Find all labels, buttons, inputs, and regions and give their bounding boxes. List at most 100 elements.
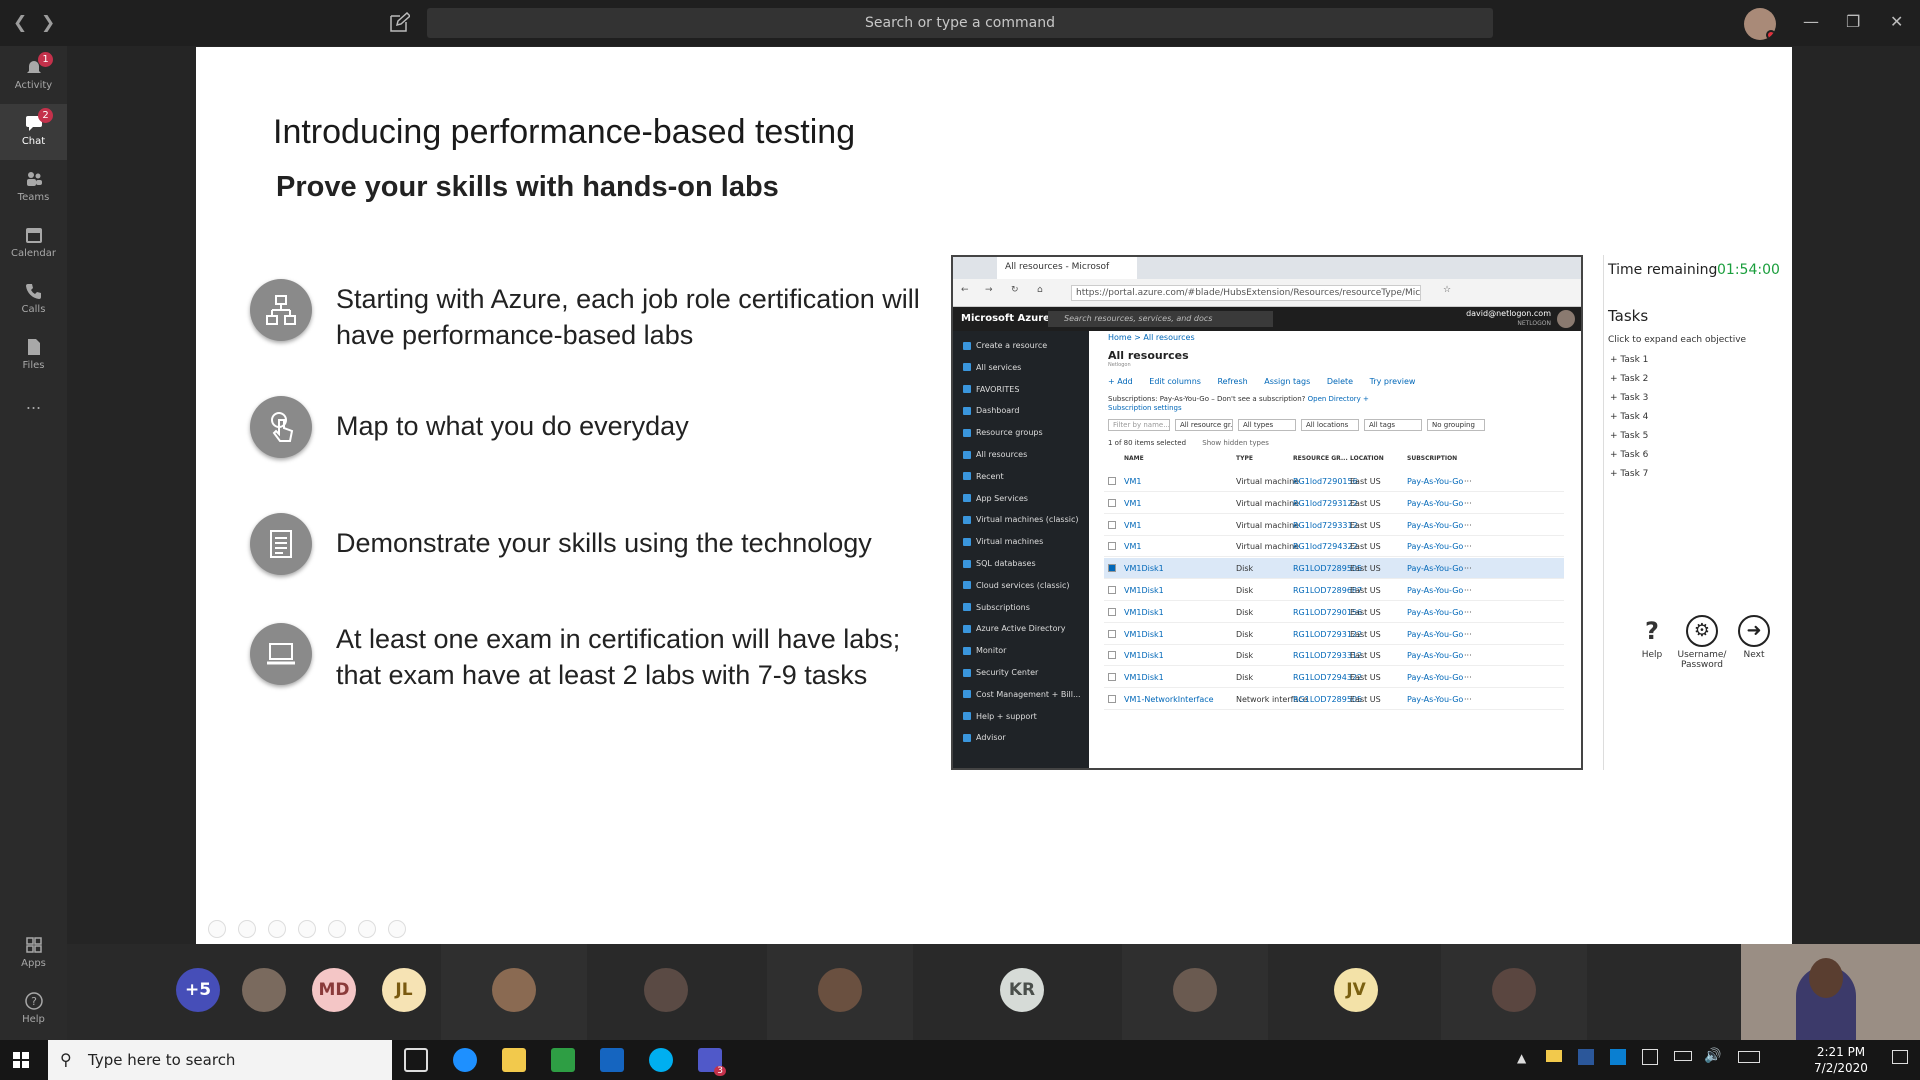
edge-icon[interactable] (453, 1048, 477, 1072)
nav-item-icon (963, 472, 971, 481)
participant-avatar: +5 (176, 968, 220, 1012)
nav-item-label: Help + support (976, 711, 1037, 721)
cell-name: VM1 (1124, 520, 1142, 530)
cell-type: Virtual machine (1236, 498, 1300, 508)
windows-start-icon[interactable] (13, 1052, 29, 1068)
slides-icon[interactable] (298, 920, 316, 938)
more-icon[interactable]: ... (0, 384, 67, 440)
portal-nav-item: Help + support (963, 710, 1037, 724)
row-checkbox (1108, 498, 1116, 507)
close-icon[interactable]: ✕ (1890, 12, 1903, 31)
subtitles-icon[interactable] (358, 920, 376, 938)
cell-loc: East US (1350, 651, 1381, 661)
participant-tile[interactable] (767, 944, 913, 1040)
selected-count-label: 1 of 80 items selected (1108, 439, 1187, 447)
nav-item-icon (963, 385, 971, 394)
participant-photo (1492, 968, 1536, 1012)
next-slide-icon[interactable] (238, 920, 256, 938)
chevron-up-icon[interactable]: ▲ (1517, 1051, 1526, 1065)
rail-calendar[interactable]: Calendar (0, 216, 67, 272)
back-icon[interactable]: ❮ (13, 13, 27, 33)
restore-icon[interactable]: ❐ (1846, 12, 1860, 31)
teams-taskbar-icon[interactable]: 3 (698, 1048, 726, 1076)
table-row: VM1Disk1 Disk RG1LOD7289687 East US Pay-As-Y… (1104, 580, 1564, 601)
notifications-icon[interactable] (1892, 1050, 1908, 1064)
rail-apps[interactable]: Apps (0, 926, 67, 982)
row-more-icon: ··· (1464, 629, 1472, 639)
portal-nav-item: Advisor (963, 731, 1006, 745)
participant-tile[interactable]: KR (949, 944, 1095, 1040)
forward-icon[interactable]: ❯ (41, 13, 55, 33)
rail-files[interactable]: Files (0, 328, 67, 384)
task-view-icon[interactable] (404, 1048, 428, 1072)
battery-icon[interactable] (1674, 1051, 1692, 1061)
participant-tile[interactable]: MD (301, 944, 367, 1040)
table-row: VM1 Virtual machine RG1lod7293312 East US Pa… (1104, 515, 1564, 536)
nav-item-icon (963, 515, 971, 524)
word-icon[interactable] (1578, 1049, 1594, 1065)
gear-icon: ⚙ (1686, 615, 1718, 647)
search-input[interactable]: Search or type a command (427, 8, 1493, 38)
filter-dropdown: Filter by name... (1108, 419, 1170, 431)
cell-rg: RG1lod7290156 (1293, 477, 1358, 486)
more-options-icon[interactable] (388, 920, 406, 938)
participant-tile[interactable] (441, 944, 587, 1040)
slide-controls[interactable] (208, 920, 418, 940)
participant-tile[interactable]: JV (1283, 944, 1429, 1040)
row-checkbox (1108, 695, 1116, 703)
filter-dropdown: All locations (1301, 419, 1359, 431)
cell-loc: East US (1350, 564, 1381, 574)
network-icon[interactable] (1642, 1049, 1658, 1065)
participant-tile[interactable]: +5 (165, 944, 231, 1040)
nav-item-label: All resources (976, 450, 1028, 459)
cell-type: Disk (1236, 607, 1254, 617)
rail-label: Teams (17, 192, 50, 203)
rail-help[interactable]: ? Help (0, 982, 67, 1038)
azure-header: Microsoft Azure Search resources, servic… (953, 307, 1581, 331)
portal-nav-item: App Services (963, 492, 1028, 506)
apps-icon (25, 937, 42, 953)
rail-teams[interactable]: Teams (0, 160, 67, 216)
calendar-icon (25, 228, 42, 243)
cell-sub: Pay-As-You-Go (1407, 673, 1464, 683)
minimize-icon[interactable]: — (1803, 12, 1819, 31)
cell-sub: Pay-As-You-Go (1407, 651, 1464, 661)
tasks-heading: Tasks (1608, 307, 1649, 325)
snipping-icon[interactable] (551, 1048, 575, 1072)
filter-dropdown: All resource gr... (1175, 419, 1233, 431)
col-type: TYPE (1236, 455, 1253, 462)
next-label: Next (1743, 650, 1765, 660)
participant-tile[interactable] (1122, 944, 1268, 1040)
skype-icon[interactable] (649, 1048, 673, 1072)
rail-chat[interactable]: 2 Chat (0, 104, 67, 160)
taskbar-clock[interactable]: 2:21 PM 7/2/2020 (1796, 1044, 1886, 1076)
star-icon: ☆ (1443, 285, 1452, 295)
file-explorer-icon[interactable] (502, 1048, 526, 1072)
participant-tile[interactable] (231, 944, 297, 1040)
rail-activity[interactable]: 1 Activity (0, 48, 67, 104)
taskbar-search[interactable]: Type here to search (48, 1040, 392, 1080)
participant-tile[interactable] (1441, 944, 1587, 1040)
self-video[interactable] (1741, 944, 1920, 1040)
outlook-icon[interactable] (600, 1048, 624, 1072)
compose-icon[interactable] (388, 12, 410, 34)
row-more-icon: ··· (1464, 564, 1472, 574)
nav-item-label: Advisor (976, 733, 1006, 743)
avatar[interactable] (1744, 8, 1776, 40)
pen-icon[interactable] (268, 920, 286, 938)
cell-sub: Pay-As-You-Go (1407, 520, 1464, 530)
rail-calls[interactable]: Calls (0, 272, 67, 328)
row-checkbox (1108, 520, 1116, 529)
participant-photo (818, 968, 862, 1012)
zoom-icon[interactable] (328, 920, 346, 938)
title-bar: ❮ ❯ Search or type a command — ❐ ✕ (0, 0, 1920, 46)
participant-tile[interactable] (593, 944, 739, 1040)
onedrive-icon[interactable] (1610, 1049, 1626, 1065)
participant-tile[interactable]: JL (371, 944, 437, 1040)
prev-slide-icon[interactable] (208, 920, 226, 938)
mail-icon[interactable] (1546, 1050, 1562, 1062)
volume-icon[interactable]: 🔊 (1704, 1048, 1721, 1064)
nav-item-label: Virtual machines (976, 537, 1044, 547)
keyboard-icon[interactable] (1738, 1051, 1760, 1063)
cell-loc: East US (1350, 629, 1381, 639)
